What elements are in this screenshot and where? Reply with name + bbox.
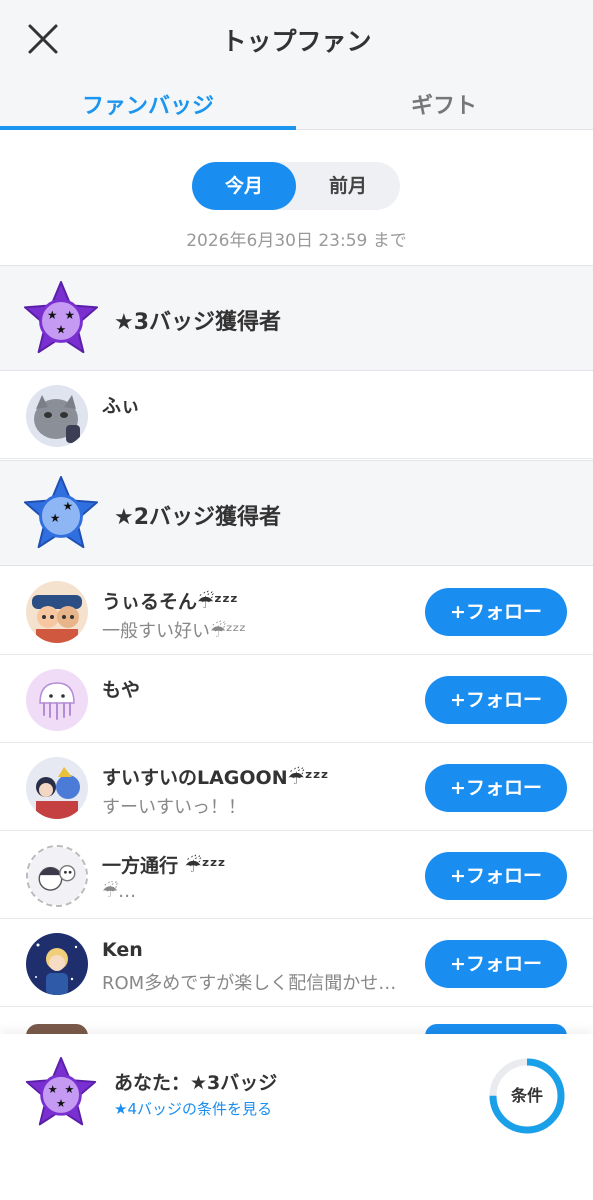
fan-bio: ☔︎…: [102, 881, 137, 902]
svg-text:★: ★: [64, 1083, 74, 1096]
fan-bio: ROM多めですが楽しく配信聞かせ…: [102, 973, 397, 994]
my-badge-label: あなた：★3バッジ: [114, 1072, 278, 1094]
star-badge-purple-icon: ★ ★ ★: [23, 280, 99, 354]
fan-row[interactable]: Ken ROM多めですが楽しく配信聞かせ… +フォロー: [0, 919, 593, 1007]
page-title: トップファン: [221, 27, 372, 56]
svg-text:★: ★: [56, 1097, 66, 1110]
follow-button[interactable]: +フォロー: [425, 676, 567, 724]
active-tab-indicator: [0, 126, 296, 130]
tab-fan-badge[interactable]: ファンバッジ: [0, 88, 296, 130]
tab-bar: ファンバッジ ギフト: [0, 80, 593, 130]
section-header-star3: ★ ★ ★ ★3バッジ獲得者: [0, 265, 593, 371]
follow-button[interactable]: +フォロー: [425, 588, 567, 636]
sketch-avatar[interactable]: [26, 845, 88, 907]
cat-avatar[interactable]: [26, 385, 88, 447]
jellyfish-avatar-icon: [26, 669, 88, 731]
section-label: ★2バッジ獲得者: [114, 505, 282, 530]
jellyfish-avatar[interactable]: [26, 669, 88, 731]
svg-text:★: ★: [56, 323, 66, 337]
follow-button[interactable]: +フォロー: [425, 852, 567, 900]
anime-avatar[interactable]: [26, 757, 88, 819]
deadline-text: 2026年6月30日 23:59 まで: [186, 231, 407, 251]
period-previous-button[interactable]: 前月: [296, 162, 400, 210]
svg-text:★: ★: [63, 499, 73, 513]
fan-row[interactable]: すいすいのLAGOON☔︎ᶻᶻᶻ すーいすいっ！！ +フォロー: [0, 743, 593, 831]
follow-button[interactable]: +フォロー: [425, 940, 567, 988]
fan-row[interactable]: 一方通行 ☔︎ᶻᶻᶻ ☔︎… +フォロー: [0, 831, 593, 919]
section-label: ★3バッジ獲得者: [114, 310, 282, 335]
period-current-button[interactable]: 今月: [192, 162, 296, 210]
fan-name: Ken: [102, 939, 143, 961]
fan-name: 一方通行 ☔︎ᶻᶻᶻ: [102, 855, 226, 877]
condition-label[interactable]: 条件: [487, 1056, 567, 1136]
period-toggle: 今月 前月: [192, 162, 400, 210]
cat-avatar-icon: [26, 385, 88, 447]
star-badge-purple-icon: ★ ★ ★: [25, 1056, 97, 1126]
badge-condition-link[interactable]: ★4バッジの条件を見る: [114, 1098, 272, 1119]
svg-text:★: ★: [47, 308, 57, 322]
character-avatar[interactable]: [26, 581, 88, 643]
svg-text:★: ★: [65, 308, 75, 322]
fan-bio: すーいすいっ！！: [102, 797, 246, 818]
star-badge-blue-icon: ★ ★: [23, 475, 99, 549]
section-header-star2: ★ ★ ★2バッジ獲得者: [0, 460, 593, 566]
fan-name: うぃるそん☔︎ᶻᶻᶻ: [102, 591, 238, 613]
night-avatar-icon: [26, 933, 88, 995]
night-avatar[interactable]: [26, 933, 88, 995]
character-avatar-icon: [26, 581, 88, 643]
fan-row[interactable]: ふぃ: [0, 371, 593, 459]
fan-name: もや: [102, 679, 141, 701]
anime-avatar-icon: [26, 757, 88, 819]
follow-button[interactable]: +フォロー: [425, 764, 567, 812]
fan-row[interactable]: うぃるそん☔︎ᶻᶻᶻ 一般すい好い☔︎ᶻᶻᶻ +フォロー: [0, 567, 593, 655]
svg-text:★: ★: [50, 511, 60, 525]
svg-text:★: ★: [48, 1083, 58, 1096]
fan-bio: 一般すい好い☔︎ᶻᶻᶻ: [102, 621, 246, 642]
tab-gift[interactable]: ギフト: [296, 88, 592, 130]
fan-name: すいすいのLAGOON☔︎ᶻᶻᶻ: [102, 767, 329, 789]
my-badge-footer: ★ ★ ★ あなた：★3バッジ ★4バッジの条件を見る 条件: [0, 1034, 593, 1200]
header-bar: トップファン: [0, 0, 593, 80]
fan-name: ふぃ: [102, 395, 141, 417]
sketch-avatar-icon: [28, 847, 86, 905]
fan-row[interactable]: もや +フォロー: [0, 655, 593, 743]
